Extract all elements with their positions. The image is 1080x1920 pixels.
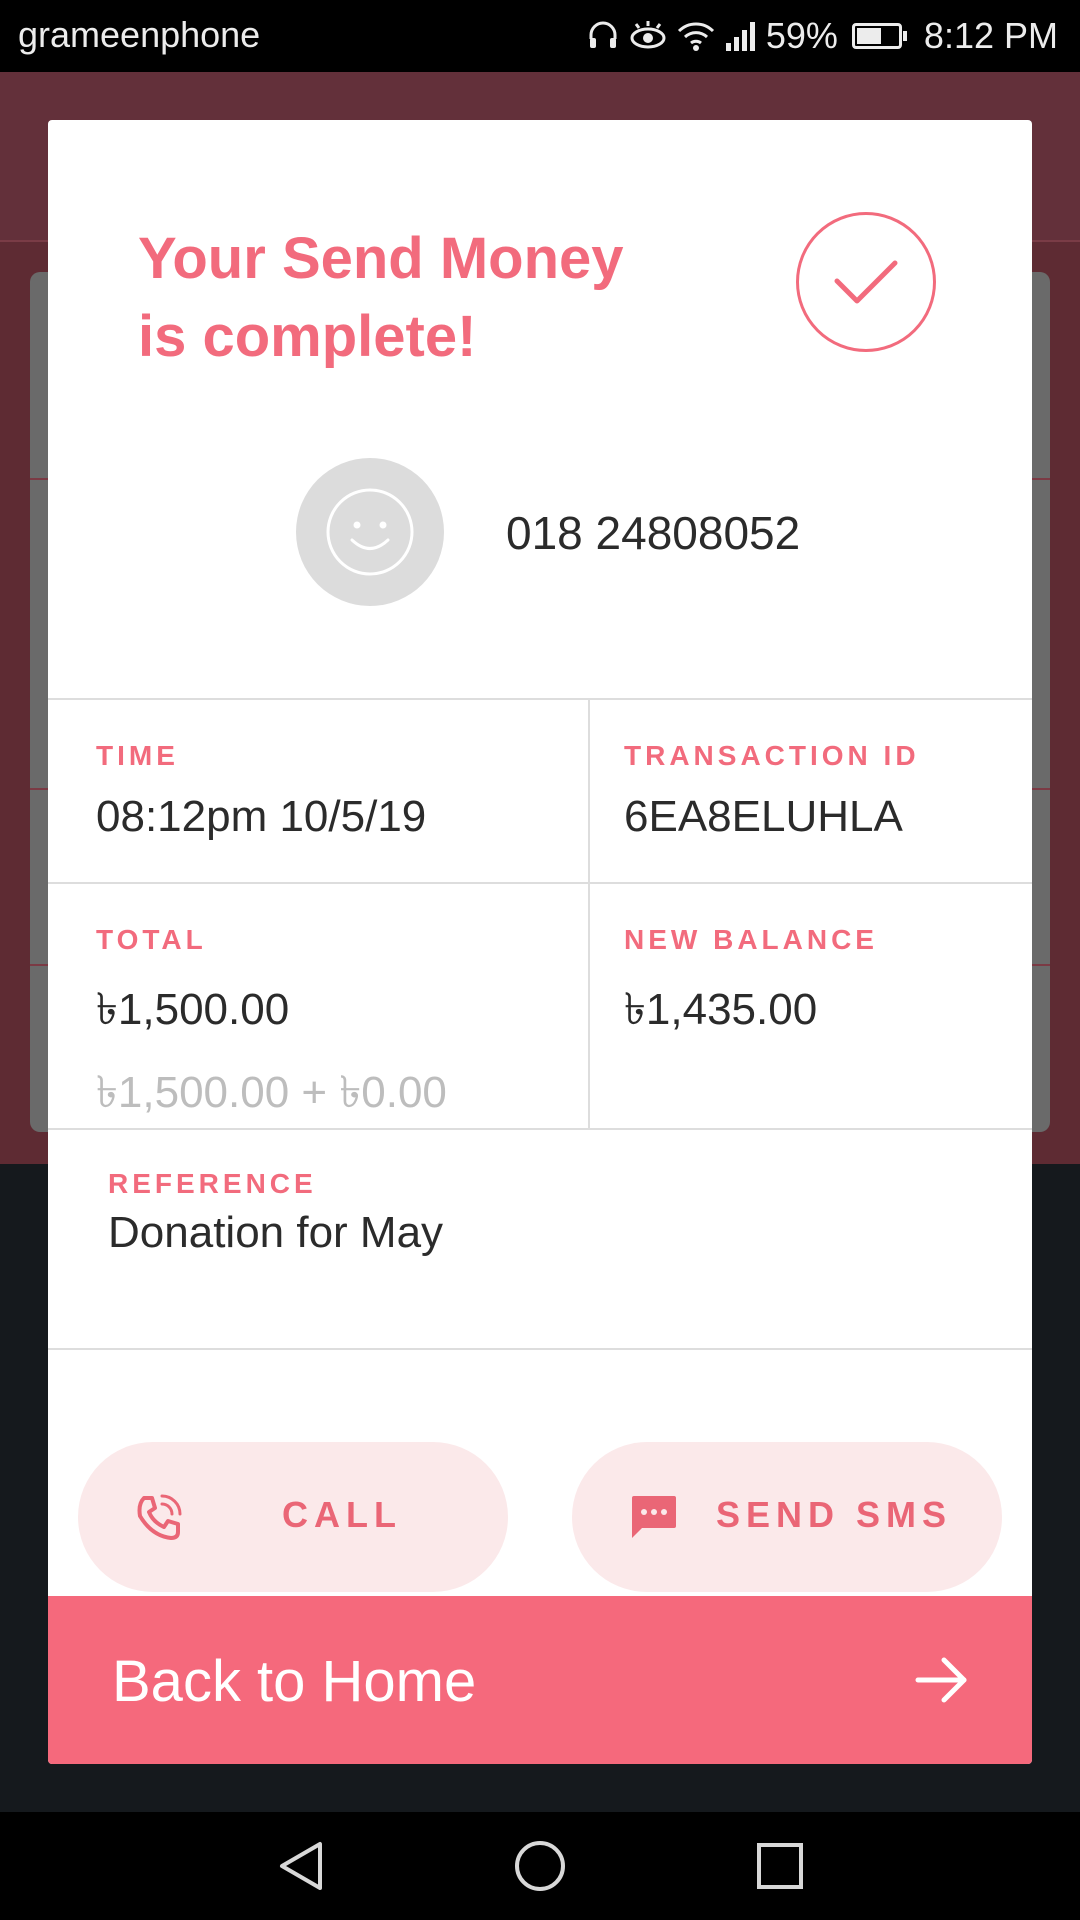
clock: 8:12 PM: [923, 15, 1058, 56]
eye-comfort-icon: [628, 19, 668, 53]
send-sms-button[interactable]: SEND SMS: [572, 1442, 1002, 1592]
chat-bubble-icon: [628, 1494, 678, 1544]
signal-icon: [724, 19, 758, 53]
time-cell: TIME 08:12pm 10/5/19: [96, 740, 426, 842]
reference-value: Donation for May: [108, 1208, 444, 1257]
status-icons: 59% 8:12 PM: [586, 12, 1058, 60]
new-balance-value: ৳1,435.00: [624, 985, 818, 1034]
call-button[interactable]: CALL: [78, 1442, 508, 1592]
new-balance-label: NEW BALANCE: [624, 924, 878, 955]
completion-headline: Your Send Money is complete!: [138, 220, 758, 376]
transaction-id-label: TRANSACTION ID: [624, 740, 920, 771]
contact-actions: CALL SEND SMS: [78, 1442, 1002, 1592]
recipient-avatar: [296, 458, 444, 606]
reference-cell: REFERENCE Donation for May: [108, 1168, 443, 1258]
new-balance-cell: NEW BALANCE ৳1,435.00: [624, 924, 878, 1049]
smiley-icon: [326, 488, 414, 576]
time-value: 08:12pm 10/5/19: [96, 792, 427, 841]
headline-prefix: Your: [138, 226, 282, 291]
transaction-id-value: 6EA8ELUHLA: [624, 792, 903, 841]
back-to-home-label: Back to Home: [112, 1649, 477, 1714]
arrow-right-icon: [915, 1657, 967, 1703]
total-cell: TOTAL ৳1,500.00 ৳1,500.00 + ৳0.00: [96, 924, 447, 1132]
back-nav-icon[interactable]: [274, 1838, 330, 1894]
transaction-complete-dialog: Your Send Money is complete! 018 2480805…: [48, 120, 1032, 1764]
recipient-number: 018 24808052: [506, 507, 801, 559]
send-sms-label: SEND SMS: [716, 1494, 953, 1535]
transaction-id-cell: TRANSACTION ID 6EA8ELUHLA: [624, 740, 920, 842]
headline-emphasis: Send Money: [281, 226, 624, 291]
success-check-icon: [796, 212, 936, 352]
status-bar: grameenphone 59% 8:12 PM: [0, 0, 1080, 72]
total-breakdown: ৳1,500.00 + ৳0.00: [96, 1068, 447, 1117]
system-navigation-bar: [0, 1812, 1080, 1920]
home-nav-icon[interactable]: [512, 1838, 568, 1894]
battery-percent: 59%: [765, 15, 838, 56]
reference-label: REFERENCE: [108, 1168, 317, 1199]
call-label: CALL: [282, 1494, 402, 1535]
wifi-icon: [676, 19, 716, 53]
carrier-name: grameenphone: [18, 14, 261, 55]
headline-suffix: is complete!: [138, 304, 477, 369]
battery-icon: [851, 23, 907, 49]
back-to-home-button[interactable]: Back to Home: [48, 1596, 1032, 1764]
headset-icon: [586, 19, 620, 53]
time-label: TIME: [96, 740, 179, 771]
total-value: ৳1,500.00: [96, 985, 290, 1034]
total-label: TOTAL: [96, 924, 207, 955]
recents-nav-icon[interactable]: [752, 1838, 808, 1894]
phone-icon: [134, 1494, 182, 1546]
